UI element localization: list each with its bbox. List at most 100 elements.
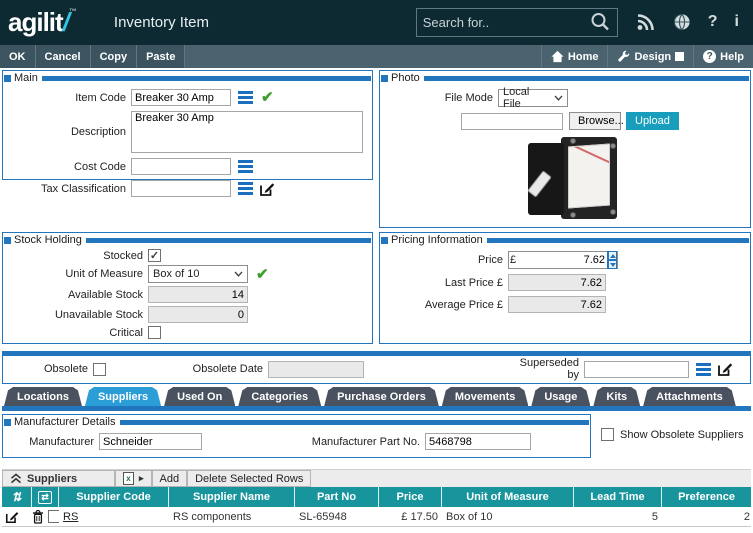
export-excel-button[interactable]: x ▸ xyxy=(115,470,152,487)
supplier-code-link[interactable]: RS xyxy=(63,511,78,523)
upload-button[interactable]: Upload xyxy=(626,112,679,130)
column-header-part-no[interactable]: Part No xyxy=(295,487,379,507)
show-obsolete-suppliers-label: Show Obsolete Suppliers xyxy=(620,429,744,441)
cost-code-input[interactable] xyxy=(131,158,231,175)
export-menu-arrow-icon: ▸ xyxy=(139,473,144,484)
unavailable-stock-label: Unavailable Stock xyxy=(3,309,148,321)
cancel-button[interactable]: Cancel xyxy=(36,45,91,68)
currency-symbol: £ xyxy=(509,254,518,266)
panel-square-icon xyxy=(4,419,11,426)
tax-classification-input[interactable] xyxy=(131,180,231,197)
item-code-input[interactable] xyxy=(131,89,231,106)
tab-attachments[interactable]: Attachments xyxy=(643,387,736,406)
table-row: RS RS components SL-65948 £ 17.50 Box of… xyxy=(2,507,751,527)
row-select-checkbox[interactable] xyxy=(48,510,59,523)
search-icon[interactable] xyxy=(589,11,611,33)
price-input[interactable] xyxy=(518,254,605,266)
action-toolbar: OK Cancel Copy Paste Home Design ? Help xyxy=(0,44,753,68)
design-button[interactable]: Design xyxy=(607,45,693,68)
row-delete-icon[interactable] xyxy=(32,510,44,524)
collapse-icon[interactable] xyxy=(10,473,22,484)
home-button[interactable]: Home xyxy=(541,45,608,68)
last-price-value xyxy=(508,274,606,291)
browse-button[interactable]: Browse... xyxy=(569,112,621,130)
tab-purchase-orders[interactable]: Purchase Orders xyxy=(324,387,439,406)
obsolete-date-input xyxy=(268,361,364,378)
ok-button[interactable]: OK xyxy=(0,45,36,68)
tab-categories[interactable]: Categories xyxy=(238,387,321,406)
sort-icon[interactable]: ⇅ xyxy=(2,487,32,507)
rss-icon[interactable] xyxy=(636,13,656,31)
last-price-label: Last Price £ xyxy=(380,277,508,289)
cost-code-lookup-icon[interactable] xyxy=(238,160,253,173)
tab-suppliers[interactable]: Suppliers xyxy=(85,387,161,406)
tax-lookup-icon[interactable] xyxy=(238,182,253,195)
unit-of-measure-cell: Box of 10 xyxy=(442,511,574,523)
tab-usage[interactable]: Usage xyxy=(531,387,590,406)
currency-symbol: £ xyxy=(497,277,503,289)
tab-used-on[interactable]: Used On xyxy=(164,387,235,406)
tab-movements[interactable]: Movements xyxy=(442,387,529,406)
uom-select[interactable]: Box of 10 xyxy=(148,265,248,283)
copy-button[interactable]: Copy xyxy=(91,45,138,68)
toolbar-help-button[interactable]: ? Help xyxy=(693,45,753,68)
manufacturer-input[interactable] xyxy=(99,433,202,450)
preference-cell: 2 xyxy=(662,511,751,523)
pricing-panel-legend: Pricing Information xyxy=(391,234,487,246)
panel-square-icon xyxy=(381,75,388,82)
app-header: agilit/™ Inventory Item ? i xyxy=(0,0,753,44)
column-header-unit-of-measure[interactable]: Unit of Measure xyxy=(442,487,574,507)
price-spinner[interactable] xyxy=(607,251,617,269)
tab-kits[interactable]: Kits xyxy=(593,387,640,406)
show-obsolete-suppliers-checkbox[interactable] xyxy=(601,428,614,441)
critical-label: Critical xyxy=(3,327,148,339)
column-header-price[interactable]: Price xyxy=(379,487,442,507)
trademark-symbol: ™ xyxy=(69,7,76,16)
tab-underline-bar xyxy=(2,406,751,411)
file-mode-select[interactable]: Local File xyxy=(498,89,568,107)
tax-edit-icon[interactable] xyxy=(259,181,275,197)
manufacturer-panel-legend: Manufacturer Details xyxy=(14,416,120,428)
panel-bar xyxy=(120,420,590,425)
obsolete-panel: Obsolete Obsolete Date Superseded by xyxy=(2,351,751,384)
tax-classification-label: Tax Classification xyxy=(3,183,131,195)
tab-locations[interactable]: Locations xyxy=(4,387,82,406)
suppliers-grid: Suppliers x ▸ Add Delete Selected Rows ⇅… xyxy=(2,469,751,527)
superseded-lookup-icon[interactable] xyxy=(696,363,711,376)
file-path-input[interactable] xyxy=(461,113,563,130)
average-price-label: Average Price £ xyxy=(380,299,508,311)
delete-selected-rows-button[interactable]: Delete Selected Rows xyxy=(187,470,311,487)
item-code-lookup-icon[interactable] xyxy=(238,91,253,104)
cost-code-label: Cost Code xyxy=(3,161,131,173)
manufacturer-part-no-label: Manufacturer Part No. xyxy=(307,436,425,448)
stocked-label: Stocked xyxy=(3,250,148,262)
lead-time-cell: 5 xyxy=(574,511,662,523)
obsolete-checkbox[interactable] xyxy=(93,363,106,376)
manufacturer-part-no-input[interactable] xyxy=(425,433,531,450)
help-circle-icon: ? xyxy=(703,50,716,63)
panel-bar xyxy=(86,238,371,243)
detail-tabs: Locations Suppliers Used On Categories P… xyxy=(4,387,751,406)
critical-checkbox[interactable] xyxy=(148,326,161,339)
stocked-checkbox[interactable] xyxy=(148,249,161,262)
info-icon[interactable]: i xyxy=(735,14,739,30)
refresh-icon[interactable]: ⇄ xyxy=(32,487,59,507)
paste-button[interactable]: Paste xyxy=(137,45,185,68)
manufacturer-label: Manufacturer xyxy=(3,436,99,448)
column-header-lead-time[interactable]: Lead Time xyxy=(574,487,662,507)
help-icon[interactable]: ? xyxy=(708,14,718,30)
column-header-supplier-code[interactable]: Supplier Code xyxy=(59,487,169,507)
add-row-button[interactable]: Add xyxy=(152,470,188,487)
column-header-preference[interactable]: Preference xyxy=(662,487,751,507)
average-price-value xyxy=(508,296,606,313)
column-header-supplier-name[interactable]: Supplier Name xyxy=(169,487,295,507)
row-edit-icon[interactable] xyxy=(5,510,19,524)
superseded-by-input[interactable] xyxy=(584,361,689,378)
description-textarea[interactable]: Breaker 30 Amp xyxy=(131,111,363,153)
globe-icon[interactable] xyxy=(673,13,691,31)
excel-icon: x xyxy=(123,472,134,485)
home-icon xyxy=(551,50,564,63)
item-code-valid-icon: ✔ xyxy=(261,90,274,105)
search-input[interactable] xyxy=(423,15,589,30)
superseded-edit-icon[interactable] xyxy=(717,361,733,377)
